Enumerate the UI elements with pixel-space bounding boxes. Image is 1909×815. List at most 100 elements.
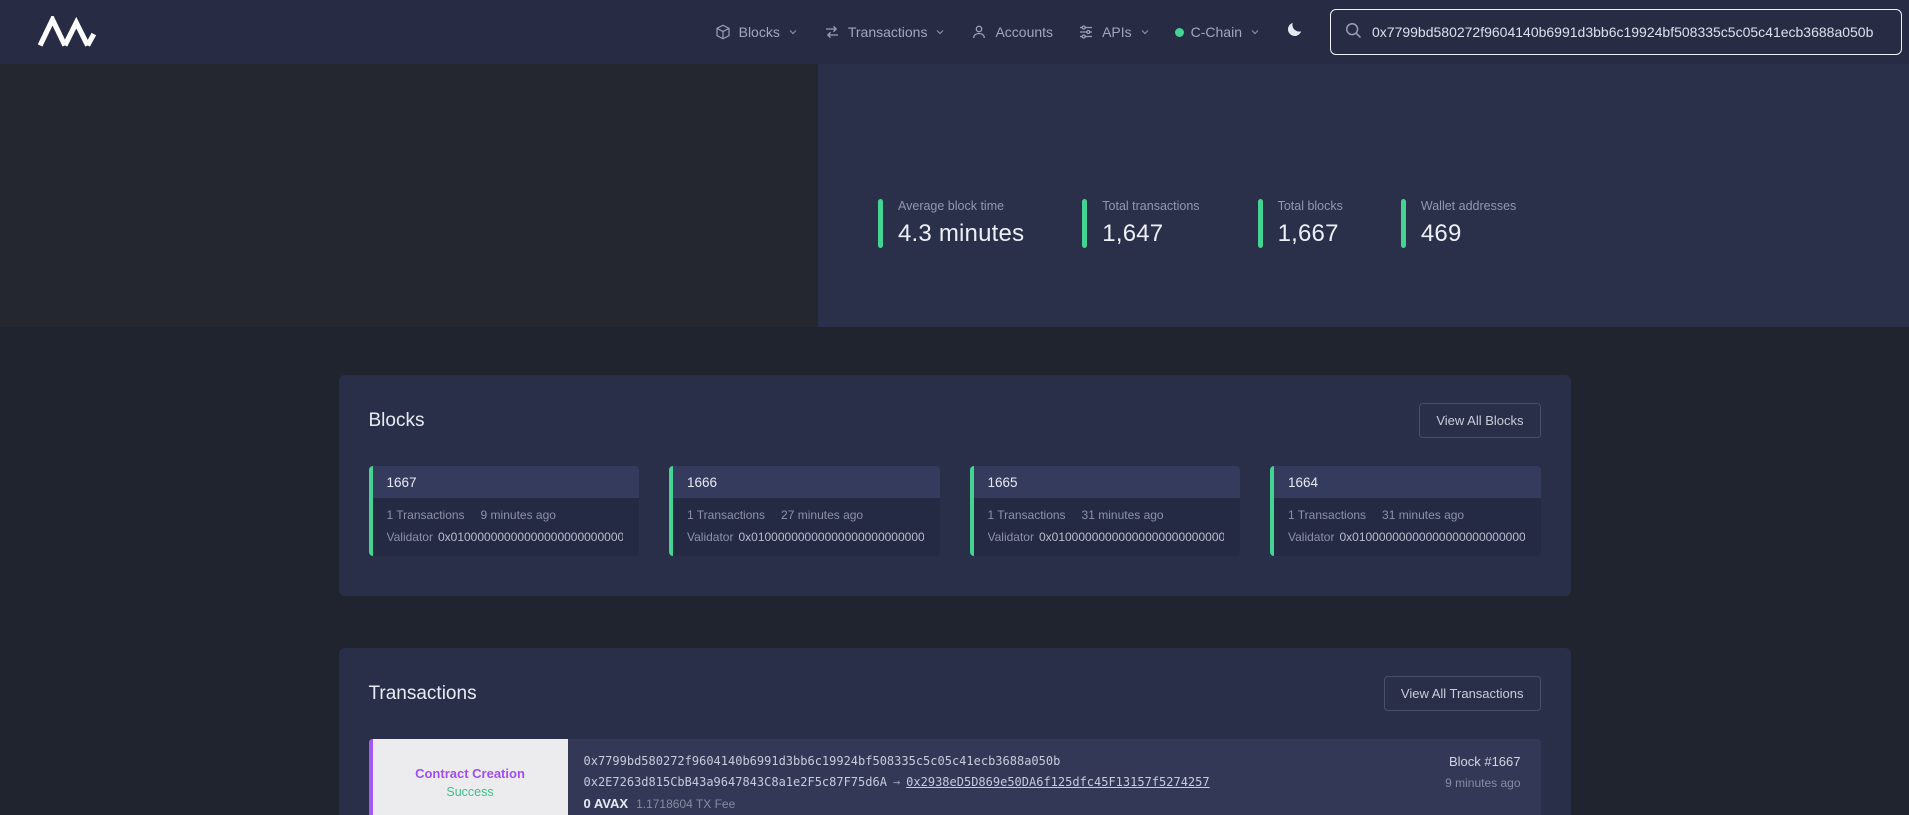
stat-average-block-time: Average block time 4.3 minutes [878, 199, 1024, 248]
block-validator-address: 0x010000000000000000000000000... [738, 530, 923, 544]
stat-accent-bar [1258, 199, 1263, 248]
block-validator: Validator 0x010000000000000000000000000..… [988, 530, 1225, 544]
tx-from-address: 0x2E7263d815CbB43a9647843C8a1e2F5c87F75d… [584, 775, 887, 789]
block-validator-label: Validator [1288, 530, 1334, 544]
tx-body: 0x7799bd580272f9604140b6991d3bb6c19924bf… [568, 739, 1341, 815]
chain-selector-label: C-Chain [1191, 24, 1242, 40]
transactions-icon [823, 23, 841, 41]
block-age: 27 minutes ago [781, 508, 863, 522]
tx-type-cell: Contract Creation Success [369, 739, 568, 815]
nav-item-blocks-label: Blocks [739, 24, 780, 40]
block-validator-address: 0x010000000000000000000000000... [438, 530, 623, 544]
main-content: Blocks View All Blocks 1667 1 Transactio… [339, 375, 1571, 815]
tx-addresses: 0x2E7263d815CbB43a9647843C8a1e2F5c87F75d… [584, 775, 1323, 789]
block-validator-address: 0x010000000000000000000000000... [1339, 530, 1524, 544]
stat-total-blocks: Total blocks 1,667 [1258, 199, 1343, 248]
stat-value: 469 [1421, 220, 1516, 248]
block-validator-label: Validator [687, 530, 733, 544]
view-all-blocks-button[interactable]: View All Blocks [1419, 403, 1540, 438]
stat-total-transactions: Total transactions 1,647 [1082, 199, 1199, 248]
blocks-section: Blocks View All Blocks 1667 1 Transactio… [339, 375, 1571, 596]
block-card[interactable]: 1664 1 Transactions 31 minutes ago Valida… [1270, 466, 1541, 556]
block-card[interactable]: 1667 1 Transactions9 minutes ago Validat… [369, 466, 640, 556]
search-box[interactable] [1330, 9, 1902, 55]
tx-amount: 0 AVAX [584, 796, 629, 811]
chevron-down-icon [787, 26, 799, 38]
block-age: 31 minutes ago [1382, 508, 1464, 522]
chevron-down-icon [1249, 26, 1261, 38]
stat-label: Total blocks [1278, 199, 1343, 213]
nav-item-transactions[interactable]: Transactions [823, 23, 947, 41]
stat-accent-bar [878, 199, 883, 248]
theme-toggle-button[interactable] [1285, 20, 1304, 44]
nav-item-accounts[interactable]: Accounts [970, 23, 1053, 41]
block-tx-count: 1 Transactions [1288, 508, 1366, 522]
tx-arrow: → [893, 775, 900, 789]
block-card[interactable]: 1665 1 Transactions 31 minutes ago Valida… [970, 466, 1241, 556]
avalanche-logo[interactable] [37, 16, 99, 48]
moon-icon [1285, 20, 1304, 44]
search-input[interactable] [1372, 24, 1891, 40]
tx-block-link[interactable]: Block #1667 [1449, 754, 1521, 769]
tx-type-label: Contract Creation [415, 766, 525, 781]
block-details: 1 Transactions 31 minutes ago Validator 0x… [970, 498, 1241, 556]
apis-icon [1077, 23, 1095, 41]
block-meta: 1 Transactions 31 minutes ago [1288, 508, 1525, 522]
nav-item-apis-label: APIs [1102, 24, 1132, 40]
nav-item-accounts-label: Accounts [995, 24, 1053, 40]
network-stats-panel: Average block time 4.3 minutes Total tra… [818, 64, 1909, 327]
stat-label: Wallet addresses [1421, 199, 1516, 213]
transactions-section: Transactions View All Transactions Contr… [339, 648, 1571, 815]
blocks-section-title: Blocks [369, 410, 425, 432]
tx-value-line: 0 AVAX 1.1718604 TX Fee [584, 796, 1323, 811]
block-tx-count: 1 Transactions [988, 508, 1066, 522]
tx-age: 9 minutes ago [1445, 776, 1520, 790]
search-icon [1343, 20, 1363, 45]
block-validator: Validator 0x010000000000000000000000000..… [687, 530, 924, 544]
stat-wallet-addresses: Wallet addresses 469 [1401, 199, 1516, 248]
block-age: 31 minutes ago [1082, 508, 1164, 522]
transaction-row[interactable]: Contract Creation Success 0x7799bd580272… [369, 739, 1541, 815]
block-details: 1 Transactions9 minutes ago Validator 0x0… [369, 498, 640, 556]
nav-item-blocks[interactable]: Blocks [714, 23, 799, 41]
block-meta: 1 Transactions27 minutes ago [687, 508, 924, 522]
chevron-down-icon [1139, 26, 1151, 38]
block-validator: Validator 0x010000000000000000000000000..… [1288, 530, 1525, 544]
chevron-down-icon [934, 26, 946, 38]
stat-value: 1,647 [1102, 220, 1199, 248]
tx-to-address-link[interactable]: 0x2938eD5D869e50DA6f125dfc45F13157f52742… [906, 775, 1209, 789]
tx-fee: 1.1718604 TX Fee [636, 797, 735, 811]
block-number[interactable]: 1665 [970, 466, 1241, 498]
nav-item-transactions-label: Transactions [848, 24, 928, 40]
stat-label: Average block time [898, 199, 1024, 213]
stat-accent-bar [1082, 199, 1087, 248]
block-details: 1 Transactions27 minutes ago Validator 0x… [669, 498, 940, 556]
block-validator-label: Validator [988, 530, 1034, 544]
view-all-transactions-button[interactable]: View All Transactions [1384, 676, 1541, 711]
block-meta: 1 Transactions 31 minutes ago [988, 508, 1225, 522]
block-validator-label: Validator [387, 530, 433, 544]
block-validator-address: 0x010000000000000000000000000... [1039, 530, 1224, 544]
block-details: 1 Transactions 31 minutes ago Validator 0x… [1270, 498, 1541, 556]
blocks-icon [714, 23, 732, 41]
block-number[interactable]: 1666 [669, 466, 940, 498]
transactions-section-header: Transactions View All Transactions [369, 676, 1541, 711]
block-card[interactable]: 1666 1 Transactions27 minutes ago Valida… [669, 466, 940, 556]
stat-value: 4.3 minutes [898, 220, 1024, 248]
chain-status-dot [1175, 28, 1184, 37]
tx-status-badge: Success [446, 785, 493, 799]
tx-hash-link[interactable]: 0x7799bd580272f9604140b6991d3bb6c19924bf… [584, 754, 1323, 768]
avalanche-logo-icon [37, 16, 99, 48]
tx-meta: Block #1667 9 minutes ago [1341, 739, 1541, 815]
stat-label: Total transactions [1102, 199, 1199, 213]
block-validator: Validator 0x010000000000000000000000000..… [387, 530, 624, 544]
transactions-section-title: Transactions [369, 683, 477, 705]
chain-selector[interactable]: C-Chain [1175, 24, 1261, 40]
nav-item-apis[interactable]: APIs [1077, 23, 1151, 41]
hero: Average block time 4.3 minutes Total tra… [0, 64, 1909, 327]
block-number[interactable]: 1664 [1270, 466, 1541, 498]
block-number[interactable]: 1667 [369, 466, 640, 498]
block-meta: 1 Transactions9 minutes ago [387, 508, 624, 522]
stat-value: 1,667 [1278, 220, 1343, 248]
accounts-icon [970, 23, 988, 41]
